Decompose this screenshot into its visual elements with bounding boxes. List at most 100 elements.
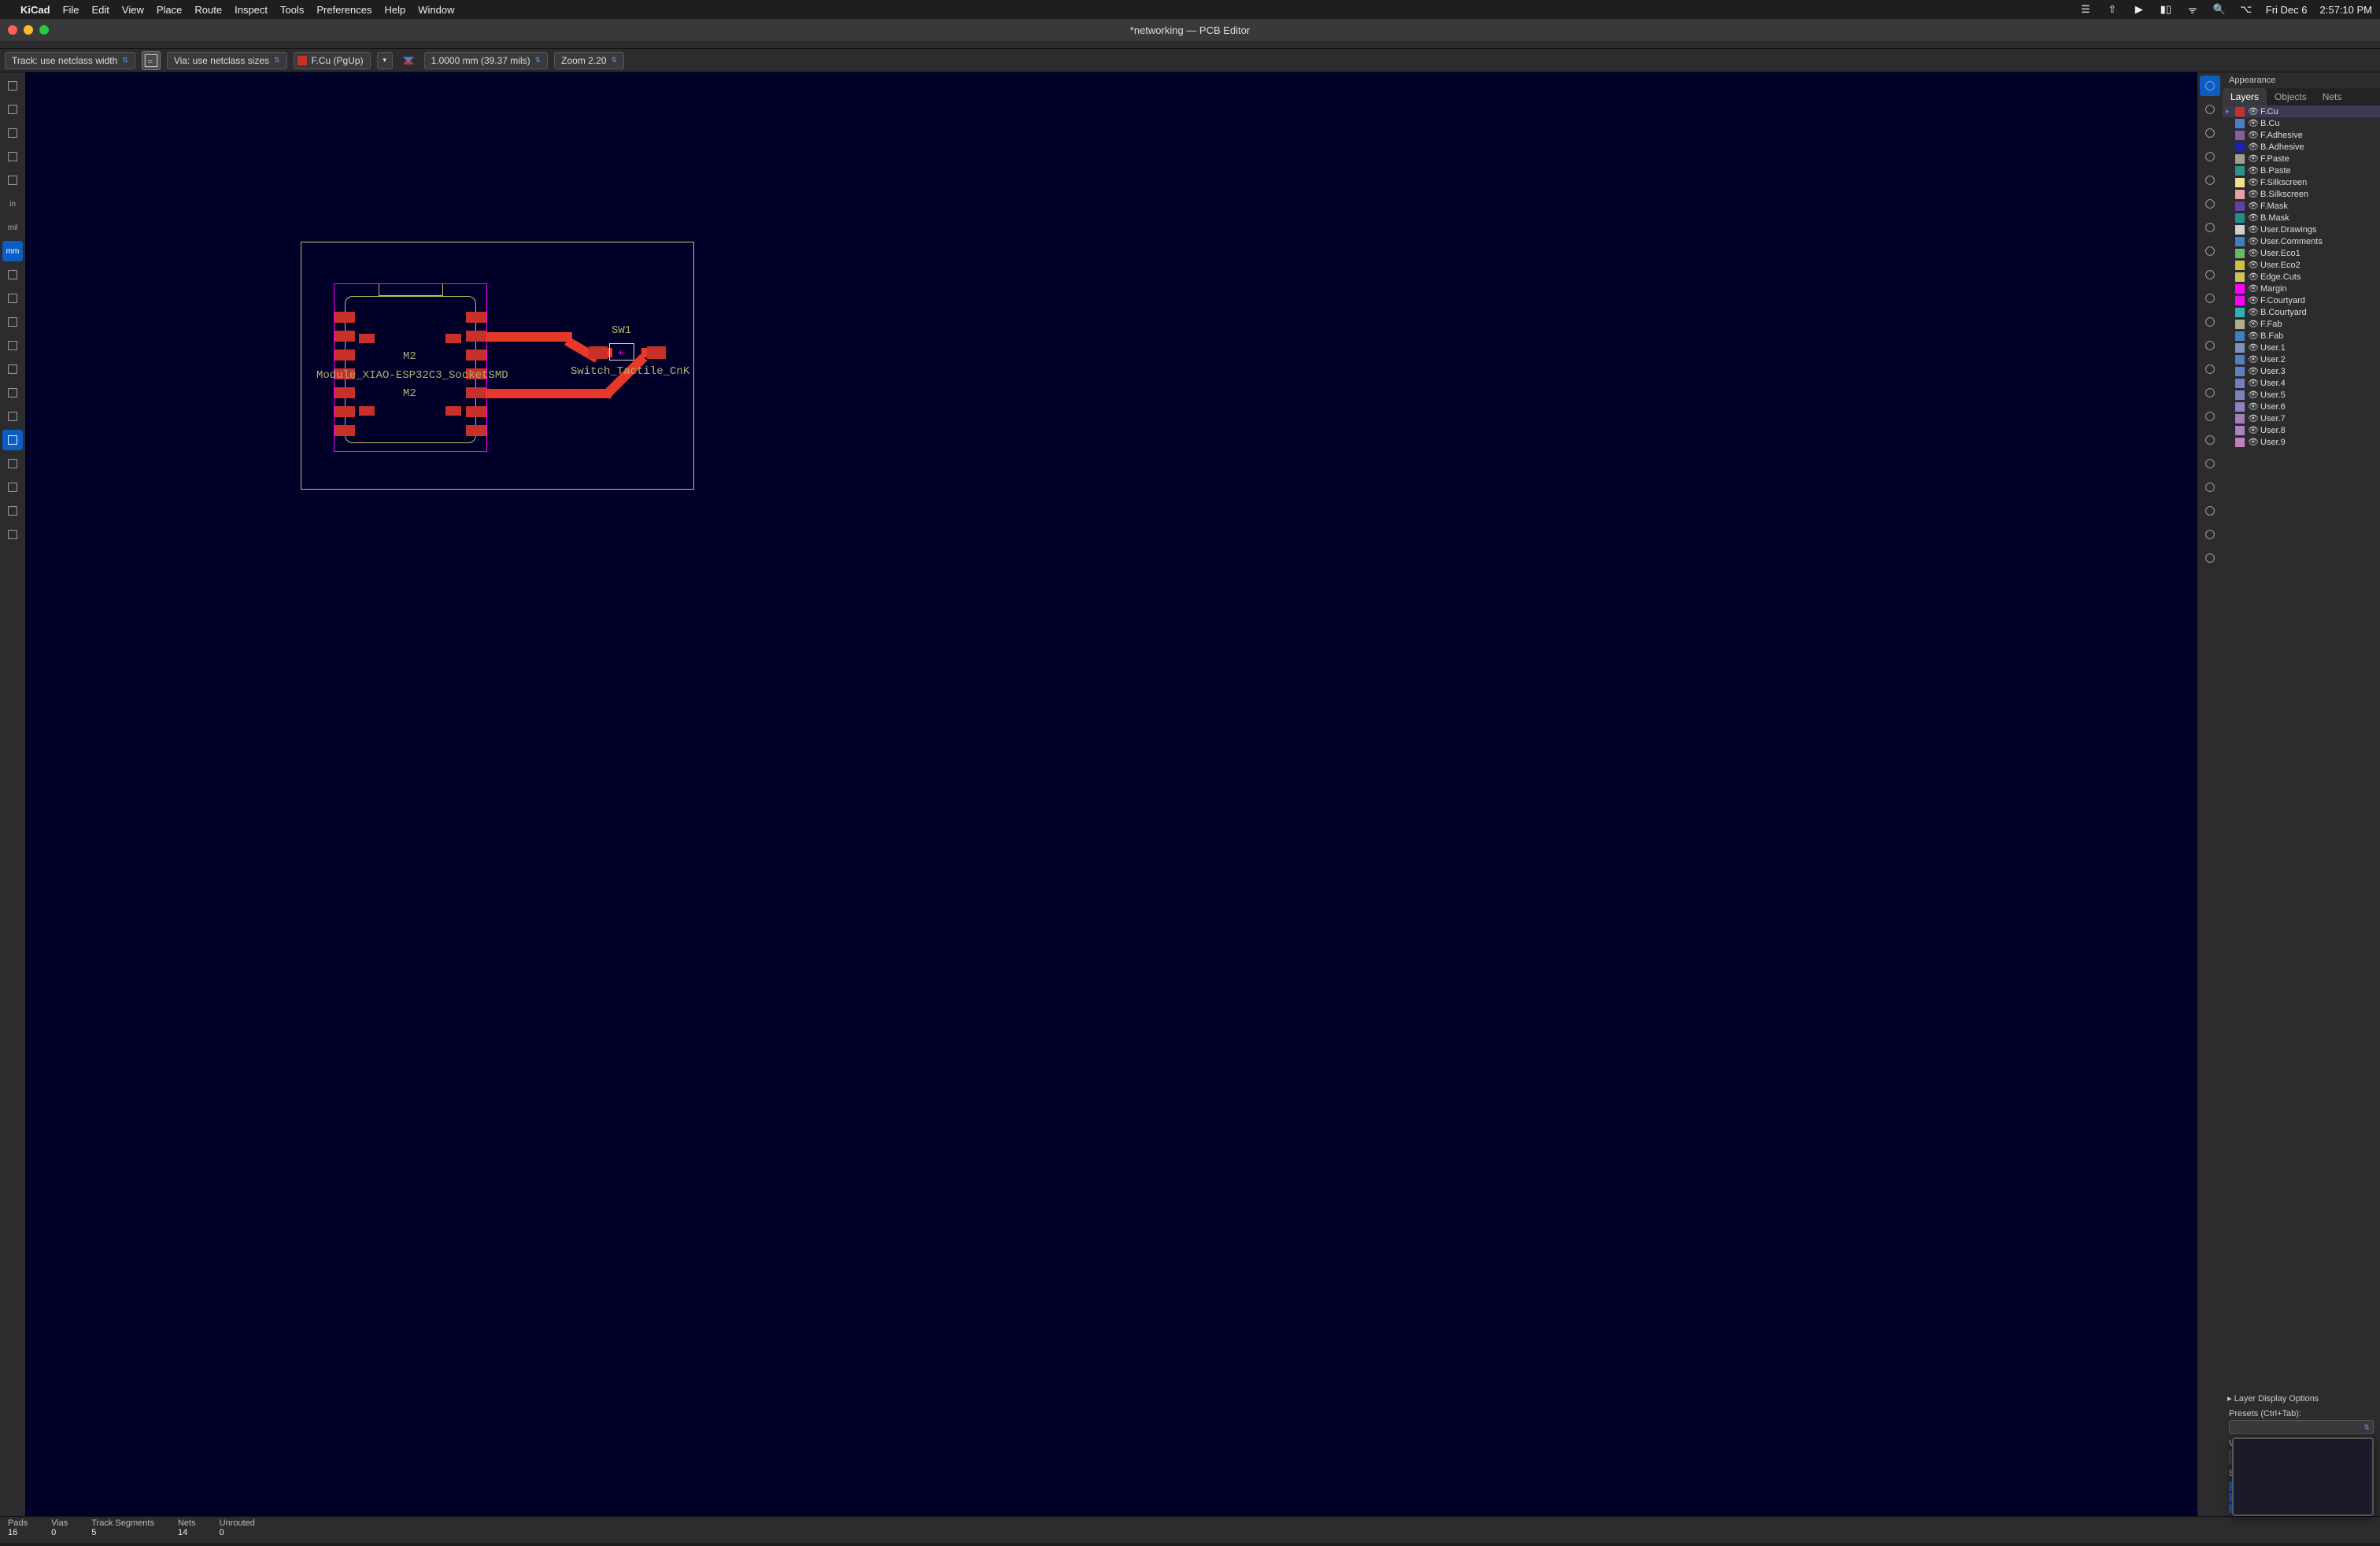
zoom-combo[interactable]: Zoom 2.20 ⇅ bbox=[554, 52, 624, 69]
pad[interactable] bbox=[359, 406, 375, 416]
layer-color-swatch[interactable] bbox=[2235, 390, 2245, 400]
layer-visibility-icon[interactable]: 👁 bbox=[2248, 201, 2257, 211]
layer-color-swatch[interactable] bbox=[2235, 202, 2245, 211]
layer-row[interactable]: 👁 F.Fab bbox=[2223, 318, 2380, 330]
menu-file[interactable]: File bbox=[63, 4, 79, 16]
layer-color-swatch[interactable] bbox=[2235, 107, 2245, 117]
zone-outline-icon[interactable] bbox=[2, 359, 23, 379]
layer-color-swatch[interactable] bbox=[2235, 320, 2245, 329]
inches-unit-icon[interactable]: in bbox=[2, 194, 23, 214]
mils-unit-icon[interactable]: mil bbox=[2, 217, 23, 238]
via-size-combo[interactable]: Via: use netclass sizes ⇅ bbox=[167, 52, 287, 69]
grid-origin-tool-icon[interactable] bbox=[2200, 524, 2220, 545]
scripting-icon[interactable] bbox=[2, 524, 23, 545]
layer-visibility-icon[interactable]: 👁 bbox=[2248, 213, 2257, 223]
layer-visibility-icon[interactable]: 👁 bbox=[2248, 260, 2257, 270]
layer-visibility-icon[interactable]: 👁 bbox=[2248, 354, 2257, 364]
track[interactable] bbox=[486, 389, 612, 398]
menubar-time[interactable]: 2:57:10 PM bbox=[2320, 4, 2373, 16]
layer-row[interactable]: 👁 B.Paste bbox=[2223, 165, 2380, 176]
layer-row[interactable]: 👁 Margin bbox=[2223, 283, 2380, 294]
menu-view[interactable]: View bbox=[122, 4, 144, 16]
ref-m2-b[interactable]: M2 bbox=[403, 387, 416, 400]
menu-help[interactable]: Help bbox=[384, 4, 405, 16]
ref-sw1[interactable]: SW1 bbox=[612, 324, 631, 337]
value-switch[interactable]: Switch_Tactile_CnK bbox=[571, 365, 689, 378]
layer-visibility-icon[interactable]: 👁 bbox=[2248, 319, 2257, 329]
menubar-date[interactable]: Fri Dec 6 bbox=[2266, 4, 2308, 16]
layer-row[interactable]: 👁 F.Silkscreen bbox=[2223, 176, 2380, 188]
ref-m2-a[interactable]: M2 bbox=[403, 350, 416, 363]
pad[interactable] bbox=[334, 350, 355, 361]
close-window-button[interactable] bbox=[8, 25, 17, 35]
track[interactable] bbox=[486, 332, 572, 342]
via-tool-icon[interactable] bbox=[2200, 217, 2220, 238]
layer-color-swatch[interactable] bbox=[2235, 355, 2245, 364]
layer-row[interactable]: 👁 User.9 bbox=[2223, 436, 2380, 448]
tab-nets[interactable]: Nets bbox=[2315, 88, 2350, 105]
active-layer-combo[interactable]: F.Cu (PgUp) bbox=[294, 52, 371, 69]
layer-color-swatch[interactable] bbox=[2235, 343, 2245, 353]
layer-row[interactable]: 👁 User.1 bbox=[2223, 342, 2380, 353]
layer-visibility-icon[interactable]: 👁 bbox=[2248, 165, 2257, 176]
route-track-tool-icon[interactable] bbox=[2200, 146, 2220, 167]
layer-row[interactable]: 👁 B.Adhesive bbox=[2223, 141, 2380, 153]
layer-dropdown-button[interactable]: ▾ bbox=[377, 52, 393, 69]
grid-dots-icon[interactable] bbox=[2, 76, 23, 96]
pad[interactable] bbox=[466, 331, 486, 342]
layer-pair-icon[interactable] bbox=[399, 51, 418, 70]
battery-icon[interactable]: ▮▯ bbox=[2159, 3, 2173, 16]
contrast-mode-icon[interactable] bbox=[2, 453, 23, 474]
layer-color-swatch[interactable] bbox=[2235, 261, 2245, 270]
rect-tool-icon[interactable] bbox=[2200, 335, 2220, 356]
mm-unit-icon[interactable]: mm bbox=[2, 241, 23, 261]
pad[interactable] bbox=[466, 387, 486, 398]
layer-visibility-icon[interactable]: 👁 bbox=[2248, 153, 2257, 164]
footprint-tool-icon[interactable] bbox=[2200, 123, 2220, 143]
layer-row[interactable]: 👁 User.7 bbox=[2223, 412, 2380, 424]
layer-visibility-icon[interactable]: 👁 bbox=[2248, 272, 2257, 282]
layer-row[interactable]: 👁 User.Drawings bbox=[2223, 224, 2380, 235]
layer-row[interactable]: 👁 B.Courtyard bbox=[2223, 306, 2380, 318]
layer-color-swatch[interactable] bbox=[2235, 272, 2245, 282]
pad-sketch-icon[interactable] bbox=[2, 383, 23, 403]
layer-row[interactable]: 👁 User.5 bbox=[2223, 389, 2380, 401]
pad[interactable] bbox=[334, 387, 355, 398]
layer-visibility-icon[interactable]: 👁 bbox=[2248, 331, 2257, 341]
grid-size-combo[interactable]: 1.0000 mm (39.37 mils) ⇅ bbox=[424, 52, 549, 69]
polygon-tool-icon[interactable] bbox=[2200, 383, 2220, 403]
layer-color-swatch[interactable] bbox=[2235, 237, 2245, 246]
layer-row[interactable]: 👁 User.Eco2 bbox=[2223, 259, 2380, 271]
layer-row[interactable]: 👁 User.2 bbox=[2223, 353, 2380, 365]
highlight-net-icon[interactable] bbox=[2, 123, 23, 143]
layer-color-swatch[interactable] bbox=[2235, 296, 2245, 305]
menu-tools[interactable]: Tools bbox=[280, 4, 304, 16]
layer-visibility-icon[interactable]: 👁 bbox=[2248, 130, 2257, 140]
toggle-ratsnest-icon[interactable] bbox=[2, 146, 23, 167]
measure-tool-icon[interactable] bbox=[2200, 548, 2220, 568]
menu-route[interactable]: Route bbox=[194, 4, 222, 16]
layer-row[interactable]: 👁 Edge.Cuts bbox=[2223, 271, 2380, 283]
menu-place[interactable]: Place bbox=[157, 4, 183, 16]
layer-visibility-icon[interactable]: 👁 bbox=[2248, 283, 2257, 294]
layer-row[interactable]: 👁 B.Cu bbox=[2223, 117, 2380, 129]
layer-visibility-icon[interactable]: 👁 bbox=[2248, 390, 2257, 400]
arc-tool-icon[interactable] bbox=[2200, 312, 2220, 332]
layer-color-swatch[interactable] bbox=[2235, 131, 2245, 140]
layer-visibility-icon[interactable]: 👁 bbox=[2248, 248, 2257, 258]
menu-window[interactable]: Window bbox=[418, 4, 454, 16]
layer-color-swatch[interactable] bbox=[2235, 178, 2245, 187]
layer-visibility-icon[interactable]: 👁 bbox=[2248, 142, 2257, 152]
menu-inspect[interactable]: Inspect bbox=[235, 4, 268, 16]
layer-visibility-icon[interactable]: 👁 bbox=[2248, 295, 2257, 305]
layer-visibility-icon[interactable]: 👁 bbox=[2248, 378, 2257, 388]
highlight-tool-icon[interactable] bbox=[2200, 99, 2220, 120]
route-diff-tool-icon[interactable] bbox=[2200, 170, 2220, 190]
minimize-window-button[interactable] bbox=[24, 25, 33, 35]
layer-row[interactable]: 👁 F.Paste bbox=[2223, 153, 2380, 165]
layer-color-swatch[interactable] bbox=[2235, 190, 2245, 199]
zone-tool-icon[interactable] bbox=[2200, 241, 2220, 261]
layer-row[interactable]: 👁 User.6 bbox=[2223, 401, 2380, 412]
layer-color-swatch[interactable] bbox=[2235, 402, 2245, 412]
layer-color-swatch[interactable] bbox=[2235, 367, 2245, 376]
